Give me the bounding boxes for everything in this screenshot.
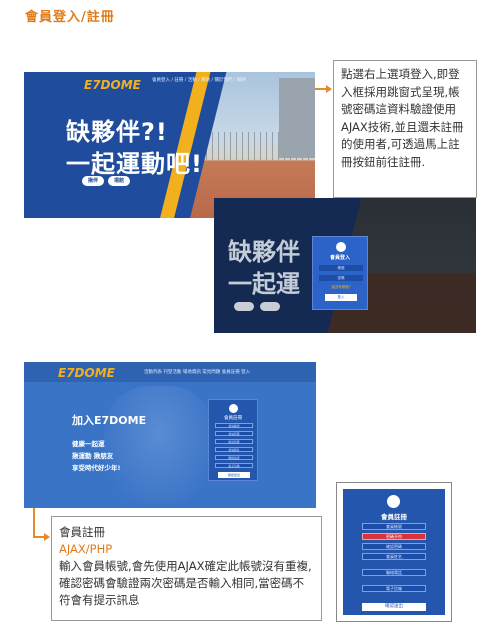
field-confirm-password[interactable]: 確認密碼 <box>215 439 253 444</box>
basketball-icon <box>229 404 238 413</box>
site-logo[interactable]: E7DOME <box>58 366 115 380</box>
athletes-illustration <box>104 386 214 504</box>
field-phone[interactable]: 聯絡電話 <box>215 455 253 460</box>
field-name[interactable]: 會員姓名 <box>215 447 253 452</box>
tagline-1: 健康一起運 <box>72 440 105 448</box>
closeup-submit-button[interactable]: 確認送出 <box>362 603 426 611</box>
closeup-field-phone[interactable]: 聯絡電話 <box>362 569 426 576</box>
closeup-field-account[interactable]: 會員帳號 <box>362 523 426 530</box>
connector-arrow-head <box>44 533 50 541</box>
register-page-screenshot: E7DOME 活動列表 刊登活動 場地資訊 常見問題 會員註冊 登入 加入E7D… <box>24 362 316 508</box>
dim-slogan-line2: 一起運 <box>228 270 300 298</box>
basketball-icon <box>387 495 400 508</box>
page-title: 會員登入/註冊 <box>25 10 115 25</box>
closeup-field-name[interactable]: 會員姓名 <box>362 553 426 560</box>
tagline-2: 揪運動 揪朋友 <box>72 452 114 460</box>
register-heading: 會員註冊 <box>59 525 105 539</box>
dim-button <box>234 302 254 311</box>
account-field[interactable]: 帳號 <box>319 265 363 271</box>
register-description: 輸入會員帳號,會先使用AJAX確定此帳號沒有重複,確認密碼會驗證兩次密碼是否輸入… <box>59 559 312 607</box>
register-nav[interactable]: 活動列表 刊登活動 場地資訊 常見問題 會員註冊 登入 <box>144 369 250 375</box>
register-description-box: 會員註冊 AJAX/PHP 輸入會員帳號,會先使用AJAX確定此帳號沒有重複,確… <box>51 516 322 621</box>
field-account[interactable]: 會員帳號 <box>215 423 253 428</box>
register-form-title: 會員註冊 <box>224 416 242 421</box>
homepage-hero-screenshot: E7DOME 會員登入 / 註冊 / 活動 / 場地 / 關於我們 / 聯絡 缺… <box>24 72 315 218</box>
connector-vertical <box>33 508 35 538</box>
register-link[interactable]: 還沒有帳號? <box>319 285 363 290</box>
password-field[interactable]: 密碼 <box>319 275 363 281</box>
login-description-box: 點選右上選項登入,即登入框採用跳窗式呈現,帳號密碼這資料驗證使用AJAX技術,並… <box>333 60 477 198</box>
hero-nav[interactable]: 會員登入 / 註冊 / 活動 / 場地 / 關於我們 / 聯絡 <box>152 77 246 83</box>
closeup-field-email[interactable]: 電子信箱 <box>362 585 426 592</box>
callout-arrow-head <box>326 85 332 93</box>
register-form: 會員註冊 會員帳號 會員密碼 確認密碼 會員姓名 聯絡電話 電子信箱 確認送出 <box>208 399 258 481</box>
register-submit-button[interactable]: 確認送出 <box>218 472 250 478</box>
register-form-closeup: 會員註冊 會員帳號 密碼不符 確認密碼 會員姓名 聯絡電話 電子信箱 確認送出 <box>336 482 452 622</box>
closeup-field-confirm[interactable]: 確認密碼 <box>362 543 426 550</box>
closeup-form-title: 會員註冊 <box>381 513 407 521</box>
register-form-panel: 會員註冊 會員帳號 密碼不符 確認密碼 會員姓名 聯絡電話 電子信箱 確認送出 <box>343 489 445 615</box>
hero-field-button[interactable]: 場館 <box>108 176 130 186</box>
hero-building <box>279 78 315 158</box>
tagline-3: 享受時代好少年! <box>72 464 121 472</box>
hero-slogan-line2: 一起運動吧! <box>66 150 203 178</box>
login-modal-title: 會員登入 <box>329 255 350 261</box>
dim-slogan-line1: 缺夥伴 <box>228 238 300 266</box>
site-logo[interactable]: E7DOME <box>84 78 141 92</box>
join-title: 加入E7DOME <box>72 414 147 427</box>
dim-button <box>260 302 280 311</box>
hero-join-button[interactable]: 揪伴 <box>82 176 104 186</box>
basketball-icon <box>336 242 346 252</box>
field-email[interactable]: 電子信箱 <box>215 463 253 468</box>
login-modal-screenshot: 缺夥伴 一起運 會員登入 帳號 密碼 還沒有帳號? 登入 <box>214 198 476 333</box>
hero-slogan-line1: 缺夥伴?! <box>66 118 168 146</box>
register-tech: AJAX/PHP <box>59 542 113 556</box>
field-password[interactable]: 會員密碼 <box>215 431 253 436</box>
closeup-password-mismatch[interactable]: 密碼不符 <box>362 533 426 540</box>
login-modal: 會員登入 帳號 密碼 還沒有帳號? 登入 <box>312 236 368 310</box>
login-submit-button[interactable]: 登入 <box>325 294 357 301</box>
